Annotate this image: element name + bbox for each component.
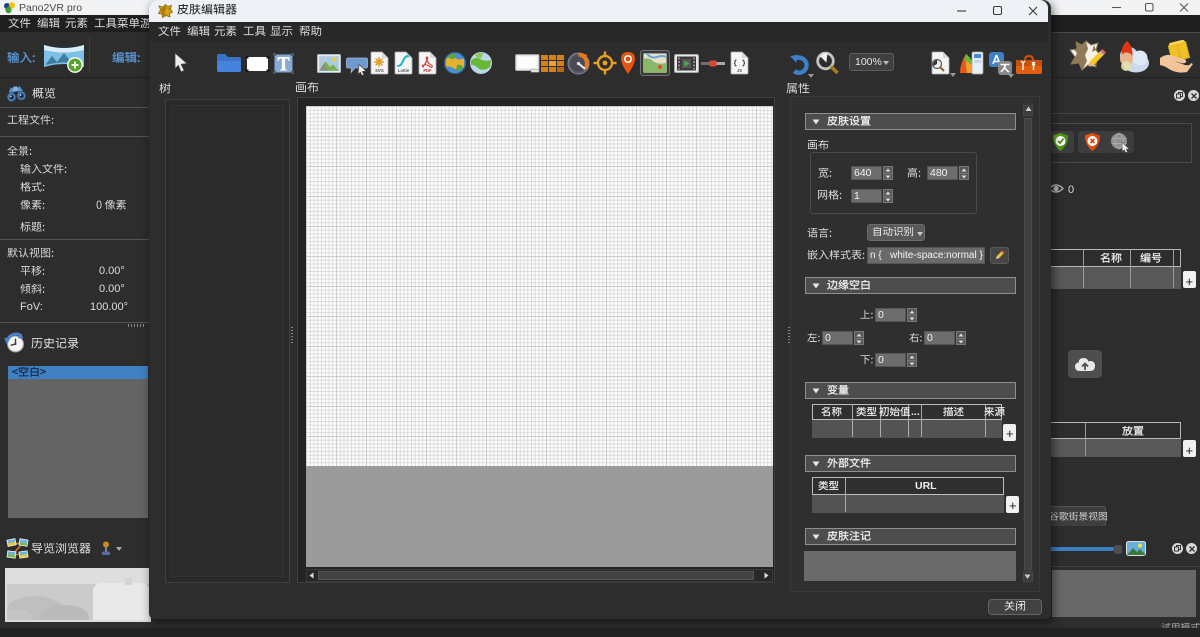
svg-text:PDF: PDF	[423, 68, 432, 73]
svg-text:Lottie: Lottie	[398, 68, 410, 73]
svg-text:SVG: SVG	[375, 68, 384, 73]
svg-text:JS: JS	[737, 68, 742, 73]
